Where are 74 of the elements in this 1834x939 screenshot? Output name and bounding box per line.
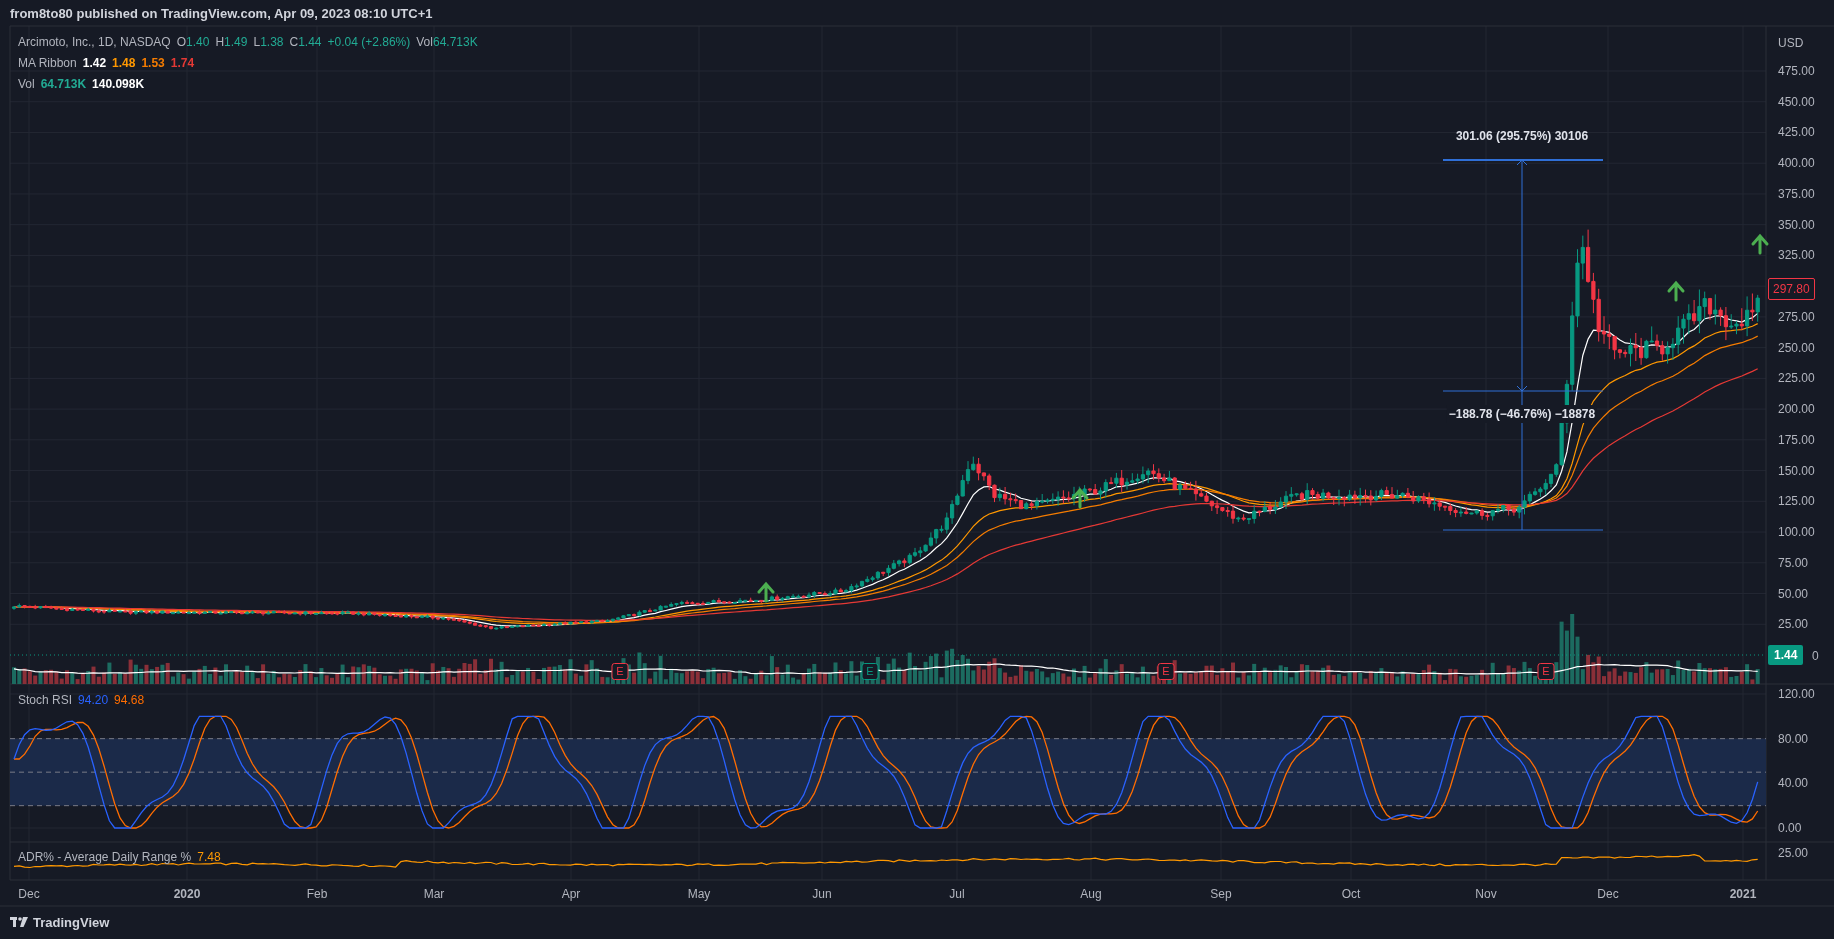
earnings-marker[interactable]: E [861, 663, 879, 680]
ohlc-value: C1.44 [289, 34, 322, 51]
time-tick: Sep [1210, 886, 1232, 903]
up-arrow-icon [1071, 487, 1089, 509]
logo-icon [10, 917, 28, 929]
time-tick: Mar [423, 886, 445, 903]
symbol-title: Arcimoto, Inc., 1D, NASDAQ [18, 34, 171, 51]
axis-tick: 75.00 [1778, 554, 1809, 572]
indicator-name: Vol [18, 76, 35, 93]
indicator-name: MA Ribbon [18, 55, 77, 72]
up-arrow-icon [1751, 233, 1769, 255]
time-tick: Oct [1341, 886, 1361, 903]
time-tick: Dec [1597, 886, 1619, 903]
ohlc-value: O1.40 [176, 34, 210, 51]
axis-tick: 125.00 [1778, 493, 1815, 511]
volume-value: Vol64.713K [416, 34, 478, 51]
up-arrow-icon [757, 581, 775, 603]
axis-tick: 475.00 [1778, 63, 1815, 80]
up-arrow-icon [1667, 280, 1685, 302]
axis-tick: 150.00 [1778, 462, 1815, 480]
ohlc-value: L1.38 [253, 34, 284, 51]
axis-tick: 200.00 [1778, 401, 1815, 419]
indicator-value: 7.48 [197, 849, 221, 866]
axis-tick: 325.00 [1778, 247, 1815, 265]
earnings-marker[interactable]: E [1537, 663, 1555, 680]
indicator-name: Stoch RSI [18, 692, 73, 709]
axis-tick: 400.00 [1778, 155, 1815, 173]
axis-tick: 375.00 [1778, 185, 1815, 203]
axis-tick: 450.00 [1778, 93, 1815, 111]
axis-tick: 120.00 [1778, 686, 1815, 703]
axis-tick: 350.00 [1778, 216, 1815, 234]
currency-label: USD [1778, 35, 1804, 52]
price-change: +0.04 (+2.86%) [327, 34, 411, 51]
price-label: 297.80 [1768, 278, 1815, 300]
axis-tick: 225.00 [1778, 370, 1815, 388]
measure-label: −188.78 (−46.76%) −18878 [1446, 405, 1598, 423]
brand-name[interactable]: TradingView [33, 913, 110, 933]
measure-label: 301.06 (295.75%) 30106 [1455, 128, 1589, 145]
axis-tick: 100.00 [1778, 524, 1815, 542]
time-tick: Aug [1080, 886, 1102, 903]
time-tick: Jun [812, 886, 832, 903]
time-tick: 2020 [173, 886, 201, 903]
axis-tick: 80.00 [1778, 730, 1809, 748]
indicator-value: 1.42 [82, 55, 107, 72]
time-tick: 2021 [1729, 886, 1757, 903]
earnings-marker[interactable]: E [611, 663, 629, 680]
time-tick: Feb [306, 886, 328, 903]
time-tick: Apr [561, 886, 581, 903]
axis-tick: 40.00 [1778, 775, 1809, 793]
indicator-value: 94.20 [78, 692, 109, 709]
axis-tick: 175.00 [1778, 431, 1815, 449]
time-tick: May [687, 886, 711, 903]
indicator-value: 94.68 [114, 692, 145, 709]
axis-tick: 0 [1812, 648, 1819, 665]
axis-tick: 0.00 [1778, 820, 1802, 837]
price-label: 1.44 [1768, 645, 1804, 665]
time-tick: Dec [18, 886, 40, 903]
indicator-value: 1.74 [170, 55, 195, 72]
time-tick: Nov [1475, 886, 1497, 903]
indicator-name: ADR% - Average Daily Range % [18, 849, 192, 866]
axis-tick: 25.00 [1778, 845, 1809, 862]
axis-tick: 275.00 [1778, 308, 1815, 326]
indicator-value: 64.713K [40, 76, 87, 93]
indicator-value: 1.48 [112, 55, 136, 72]
axis-tick: 250.00 [1778, 339, 1815, 357]
indicator-value: 1.53 [141, 55, 165, 72]
publish-info: from8to80 published on TradingView.com, Apr 09, 2023 08:10 UTC+1 [10, 5, 433, 23]
earnings-marker[interactable]: E [1157, 663, 1175, 680]
ohlc-value: H1.49 [215, 34, 248, 51]
indicator-value: 140.098K [92, 76, 145, 93]
axis-tick: 425.00 [1778, 124, 1815, 142]
axis-tick: 25.00 [1778, 616, 1809, 634]
time-tick: Jul [949, 886, 965, 903]
axis-tick: 50.00 [1778, 585, 1809, 603]
